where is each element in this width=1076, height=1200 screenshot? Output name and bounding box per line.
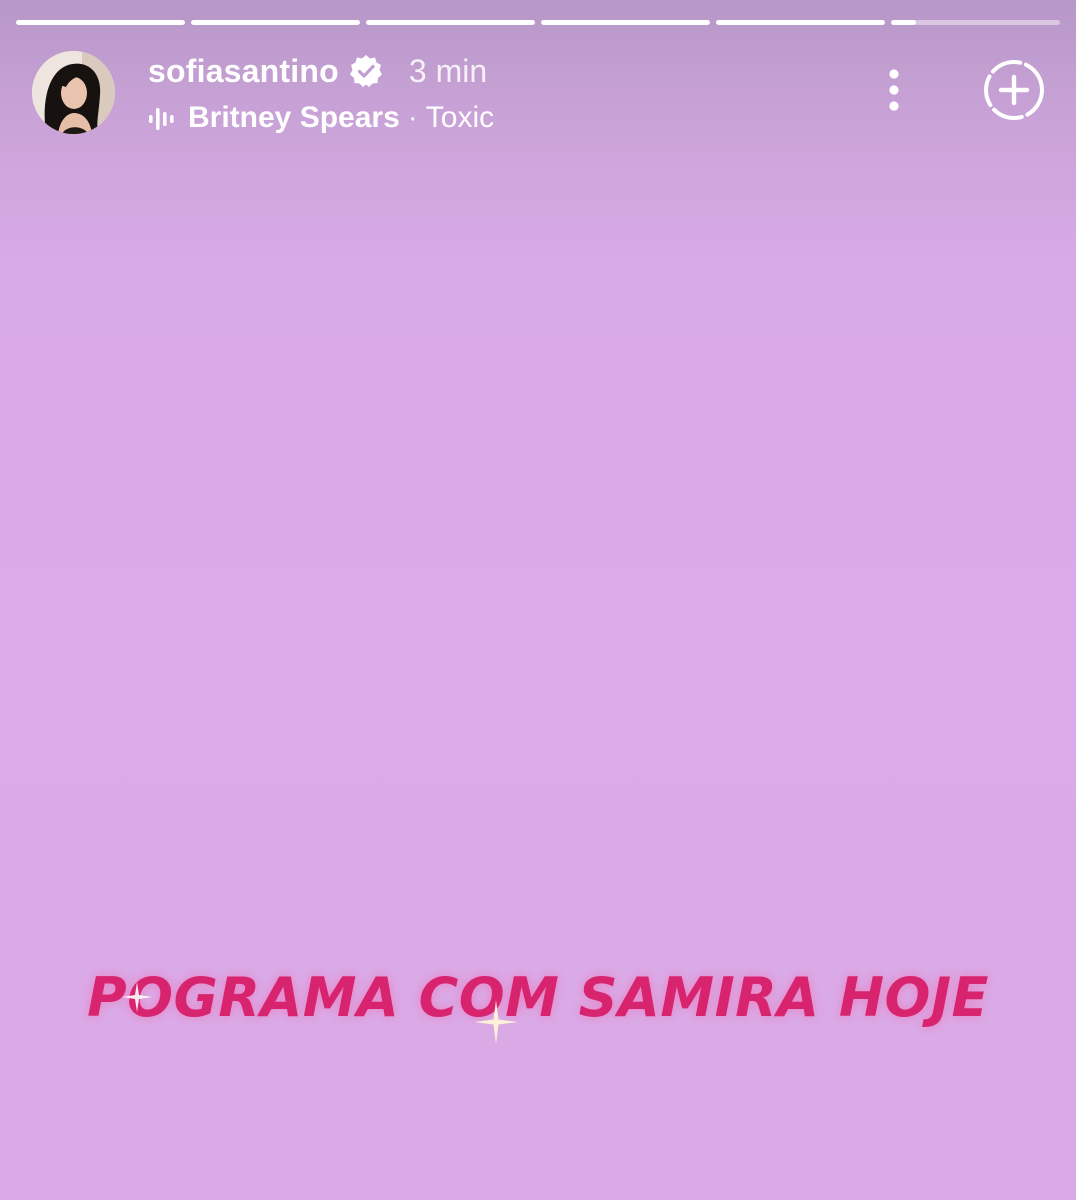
progress-segment-fill: [716, 20, 885, 25]
story-viewer[interactable]: sofiasantino 3 min Britney Spears · Toxi…: [0, 0, 1076, 1200]
username[interactable]: sofiasantino: [148, 53, 339, 90]
music-artist: Britney Spears: [188, 101, 400, 134]
avatar-image: [32, 51, 115, 134]
progress-segment-fill: [891, 20, 917, 25]
add-circle-icon: [984, 60, 1044, 120]
user-line: sofiasantino 3 min: [148, 50, 487, 92]
story-header: sofiasantino 3 min Britney Spears · Toxi…: [32, 48, 1046, 138]
music-attribution[interactable]: Britney Spears · Toxic: [148, 98, 494, 138]
progress-segment: [891, 20, 1060, 25]
progress-segment: [541, 20, 710, 25]
progress-segment: [191, 20, 360, 25]
progress-segment-fill: [191, 20, 360, 25]
time-ago: 3 min: [408, 52, 488, 89]
progress-segment-fill: [366, 20, 535, 25]
more-vertical-icon: [889, 69, 899, 111]
verified-badge-icon: [349, 54, 383, 88]
progress-segment-fill: [541, 20, 710, 25]
add-to-story-button[interactable]: [982, 58, 1046, 122]
story-caption: POGRAMA COM SAMIRA HOJE: [87, 966, 989, 1029]
audio-wave-icon: [148, 104, 176, 132]
music-song: Toxic: [425, 101, 495, 134]
progress-segment: [16, 20, 185, 25]
progress-segment-fill: [16, 20, 185, 25]
progress-segment: [366, 20, 535, 25]
avatar[interactable]: [32, 51, 115, 134]
more-options-button[interactable]: [880, 66, 908, 114]
story-progress-bar: [16, 20, 1060, 25]
music-separator: ·: [407, 101, 418, 134]
progress-segment: [716, 20, 885, 25]
